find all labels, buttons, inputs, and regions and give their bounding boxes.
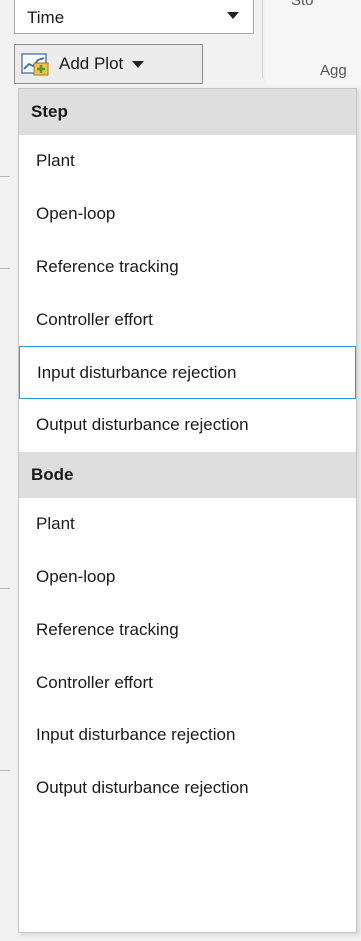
- menu-item-bode-output-disturbance-rejection[interactable]: Output disturbance rejection: [19, 762, 356, 815]
- menu-item-bode-controller-effort[interactable]: Controller effort: [19, 656, 356, 709]
- add-plot-menu: Step Plant Open-loop Reference tracking …: [18, 88, 357, 933]
- time-select-value: Time: [27, 8, 65, 27]
- app-background: Sto Agg Time Add Plot Step Plant Open-lo…: [0, 0, 361, 941]
- divider: [0, 176, 10, 177]
- chevron-down-icon: [227, 12, 239, 19]
- menu-section-header-bode: Bode: [19, 451, 356, 498]
- add-plot-button[interactable]: Add Plot: [14, 44, 203, 84]
- menu-item-step-input-disturbance-rejection[interactable]: Input disturbance rejection: [19, 346, 356, 399]
- menu-item-step-open-loop[interactable]: Open-loop: [19, 188, 356, 241]
- add-plot-icon: [21, 52, 49, 76]
- menu-item-step-output-disturbance-rejection[interactable]: Output disturbance rejection: [19, 399, 356, 452]
- menu-item-step-reference-tracking[interactable]: Reference tracking: [19, 241, 356, 294]
- divider: [0, 588, 10, 589]
- partial-label-mid: Agg: [320, 62, 347, 79]
- toolbar-separator: [262, 0, 263, 78]
- menu-item-bode-open-loop[interactable]: Open-loop: [19, 551, 356, 604]
- menu-section-header-step: Step: [19, 89, 356, 135]
- divider: [0, 770, 10, 771]
- add-plot-label: Add Plot: [59, 54, 124, 73]
- time-select[interactable]: Time: [14, 0, 254, 34]
- menu-item-bode-plant[interactable]: Plant: [19, 498, 356, 551]
- chevron-down-icon: [132, 60, 145, 68]
- menu-item-step-controller-effort[interactable]: Controller effort: [19, 293, 356, 346]
- menu-item-bode-reference-tracking[interactable]: Reference tracking: [19, 603, 356, 656]
- partial-label-top: Sto: [291, 0, 314, 9]
- menu-item-step-plant[interactable]: Plant: [19, 135, 356, 188]
- menu-item-bode-input-disturbance-rejection[interactable]: Input disturbance rejection: [19, 709, 356, 762]
- divider: [0, 268, 10, 269]
